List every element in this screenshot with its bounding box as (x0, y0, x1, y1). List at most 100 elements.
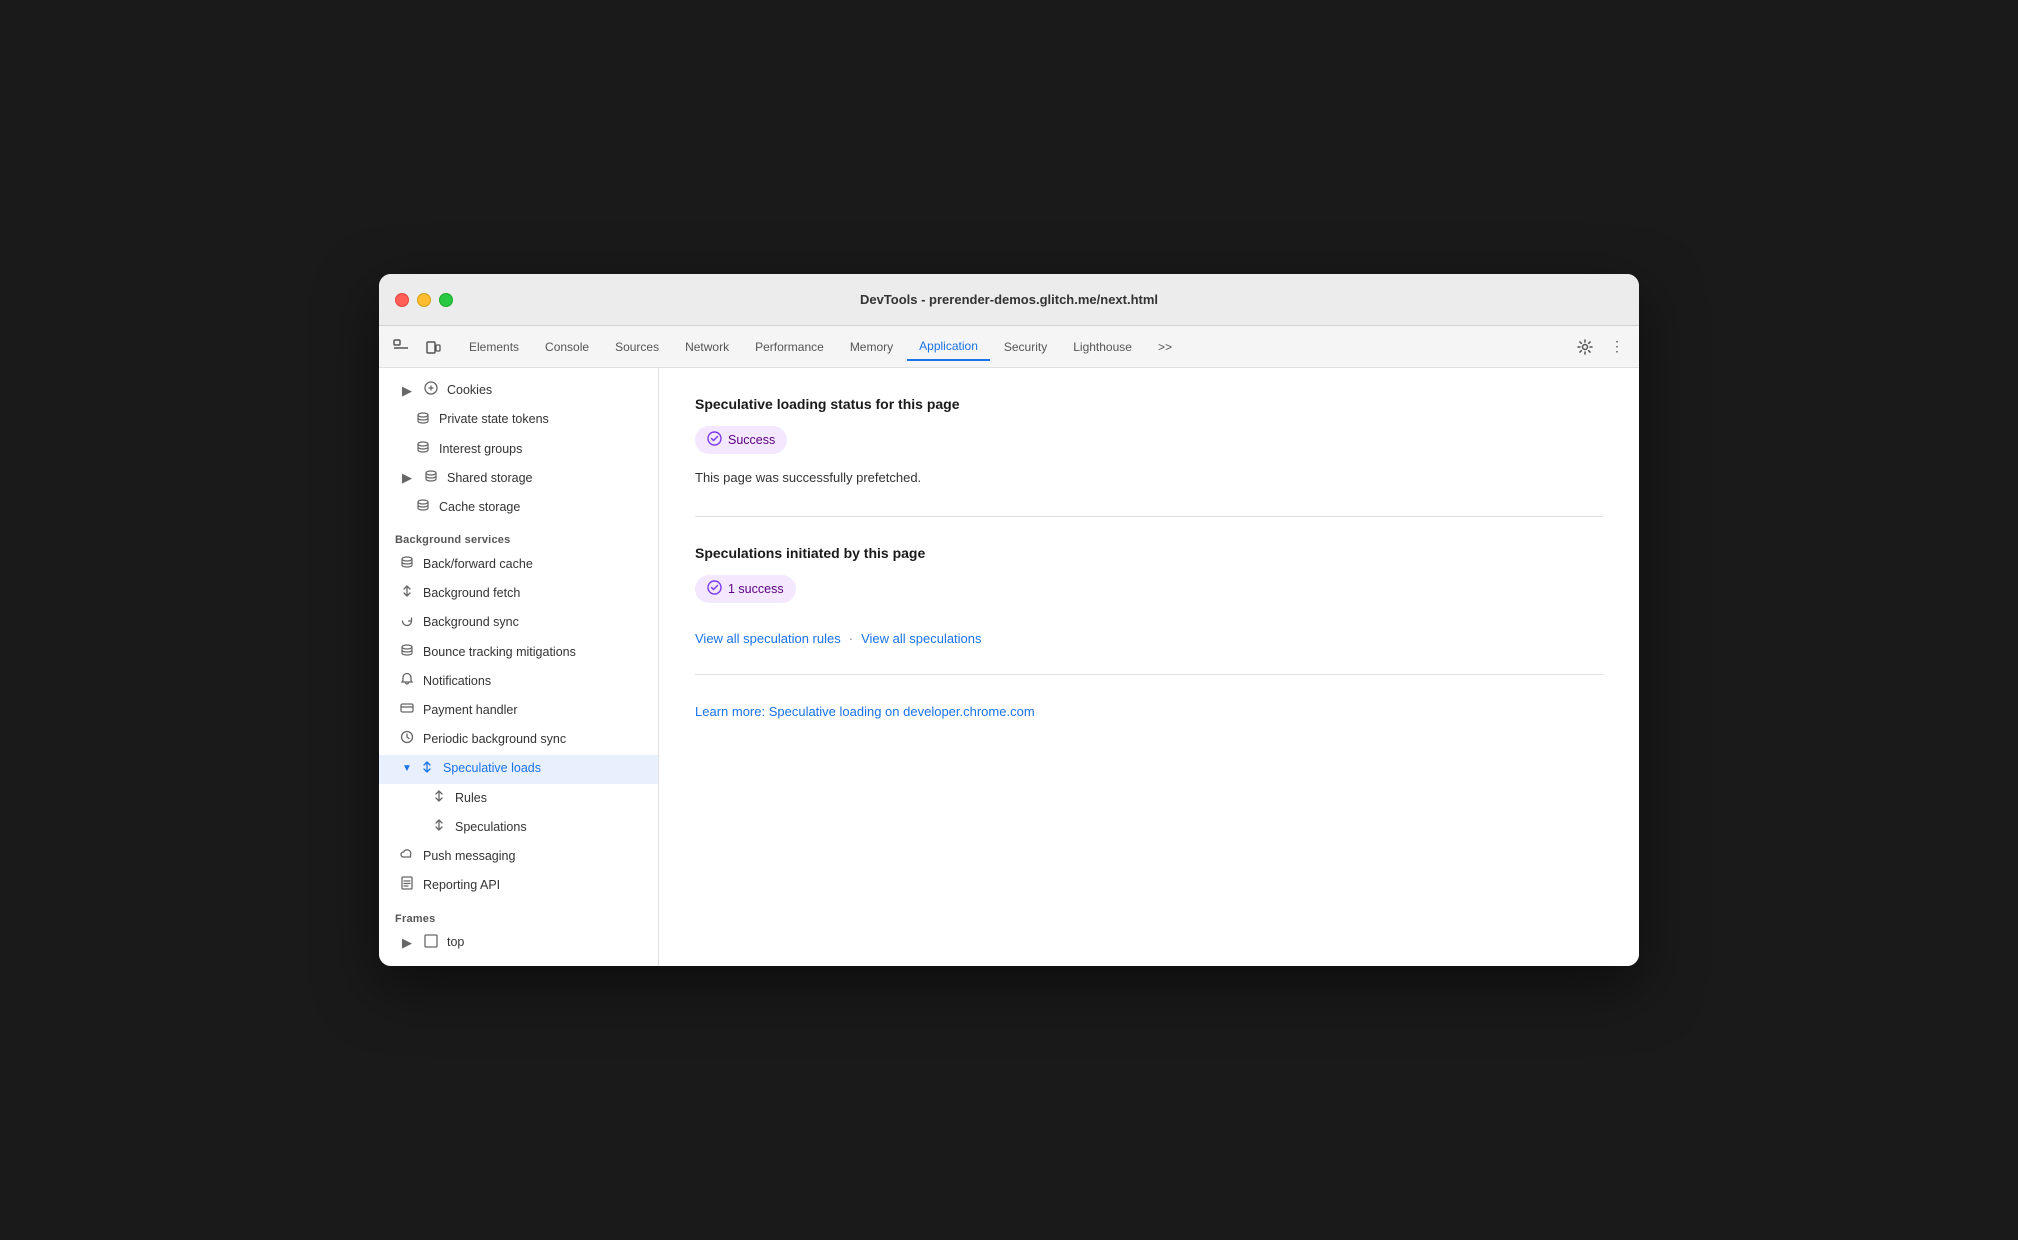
db-icon-ss (423, 469, 439, 488)
card-icon (399, 701, 415, 720)
tab-more[interactable]: >> (1146, 334, 1184, 360)
main-content: ▶ Cookies Private state tokens Interest … (379, 368, 1639, 965)
sidebar-label-shared-storage: Shared storage (447, 470, 532, 488)
tab-performance[interactable]: Performance (743, 334, 836, 360)
tab-security[interactable]: Security (992, 334, 1059, 360)
sidebar-item-notifications[interactable]: Notifications (379, 667, 658, 696)
sidebar-label-notifications: Notifications (423, 673, 491, 691)
close-button[interactable] (395, 293, 409, 307)
success-badge: Success (695, 426, 787, 454)
tab-lighthouse[interactable]: Lighthouse (1061, 334, 1144, 360)
minimize-button[interactable] (417, 293, 431, 307)
sidebar-item-interest-groups[interactable]: Interest groups (379, 435, 658, 464)
clock-icon (399, 730, 415, 749)
sidebar: ▶ Cookies Private state tokens Interest … (379, 368, 659, 965)
sidebar-item-periodic-bg-sync[interactable]: Periodic background sync (379, 725, 658, 754)
titlebar: DevTools - prerender-demos.glitch.me/nex… (379, 274, 1639, 326)
sidebar-label-top-frame: top (447, 934, 464, 952)
sidebar-label-cookies: Cookies (447, 382, 492, 400)
content-panel: Speculative loading status for this page… (659, 368, 1639, 965)
one-success-badge-label: 1 success (728, 582, 784, 596)
toolbar: Elements Console Sources Network Perform… (379, 326, 1639, 368)
sync-icon (399, 614, 415, 633)
sidebar-item-bg-sync[interactable]: Background sync (379, 609, 658, 638)
sidebar-item-bfcache[interactable]: Back/forward cache (379, 550, 658, 579)
chevron-down-icon-sl: ▼ (399, 762, 415, 776)
sidebar-label-rules: Rules (455, 790, 487, 808)
status-description: This page was successfully prefetched. (695, 468, 1603, 488)
chevron-right-icon-ss: ▶ (399, 469, 415, 487)
db-icon-pst (415, 411, 431, 430)
status-section-title: Speculative loading status for this page (695, 396, 1603, 412)
sidebar-label-bfcache: Back/forward cache (423, 556, 533, 574)
bell-icon (399, 672, 415, 691)
doc-icon (399, 876, 415, 895)
db-icon-ig (415, 440, 431, 459)
sidebar-item-bg-fetch[interactable]: Background fetch (379, 579, 658, 608)
frames-header: Frames (379, 901, 658, 929)
view-all-speculation-rules-link[interactable]: View all speculation rules (695, 631, 841, 646)
sidebar-label-bounce-tracking: Bounce tracking mitigations (423, 644, 576, 662)
window-title: DevTools - prerender-demos.glitch.me/nex… (860, 292, 1158, 307)
devtools-window: DevTools - prerender-demos.glitch.me/nex… (379, 274, 1639, 965)
settings-icon[interactable] (1571, 333, 1599, 361)
sidebar-item-reporting-api[interactable]: Reporting API (379, 871, 658, 900)
sidebar-label-interest-groups: Interest groups (439, 441, 522, 459)
sidebar-label-speculations: Speculations (455, 819, 527, 837)
db-icon-bfc (399, 555, 415, 574)
arrow-updown-icon-rules (431, 789, 447, 808)
sidebar-item-bounce-tracking[interactable]: Bounce tracking mitigations (379, 638, 658, 667)
frame-icon (423, 934, 439, 953)
link-separator: · (849, 631, 853, 646)
sidebar-label-bg-sync: Background sync (423, 614, 519, 632)
sidebar-item-speculations[interactable]: Speculations (379, 813, 658, 842)
tab-sources[interactable]: Sources (603, 334, 671, 360)
sidebar-item-cache-storage[interactable]: Cache storage (379, 493, 658, 522)
speculations-section-title: Speculations initiated by this page (695, 545, 1603, 561)
sidebar-item-push-messaging[interactable]: Push messaging (379, 842, 658, 871)
cookies-icon (423, 381, 439, 400)
sidebar-label-periodic-bg-sync: Periodic background sync (423, 731, 566, 749)
more-options-icon[interactable]: ⋮ (1603, 333, 1631, 361)
arrow-updown-icon-specs (431, 818, 447, 837)
view-all-speculations-link[interactable]: View all speculations (861, 631, 981, 646)
sidebar-label-bg-fetch: Background fetch (423, 585, 520, 603)
sidebar-label-reporting-api: Reporting API (423, 877, 500, 895)
db-icon-cs (415, 498, 431, 517)
maximize-button[interactable] (439, 293, 453, 307)
sidebar-item-payment-handler[interactable]: Payment handler (379, 696, 658, 725)
chevron-right-icon-top: ▶ (399, 934, 415, 952)
toolbar-right: ⋮ (1571, 333, 1631, 361)
sidebar-item-cookies[interactable]: ▶ Cookies (379, 376, 658, 405)
learn-more-link[interactable]: Learn more: Speculative loading on devel… (695, 704, 1035, 719)
inspect-icon[interactable] (387, 333, 415, 361)
traffic-lights (395, 293, 453, 307)
chevron-right-icon: ▶ (399, 382, 415, 400)
one-success-badge: 1 success (695, 575, 796, 603)
device-icon[interactable] (419, 333, 447, 361)
sidebar-item-shared-storage[interactable]: ▶ Shared storage (379, 464, 658, 493)
sidebar-label-push-messaging: Push messaging (423, 848, 515, 866)
status-section: Speculative loading status for this page… (695, 396, 1603, 517)
sidebar-item-top-frame[interactable]: ▶ top (379, 929, 658, 958)
cloud-icon (399, 847, 415, 866)
sidebar-label-cache-storage: Cache storage (439, 499, 520, 517)
sidebar-item-private-state-tokens[interactable]: Private state tokens (379, 406, 658, 435)
speculation-links: View all speculation rules · View all sp… (695, 631, 1603, 646)
sidebar-item-speculative-loads[interactable]: ▼ Speculative loads (379, 755, 658, 784)
arrow-updown-icon-bf (399, 584, 415, 603)
tab-console[interactable]: Console (533, 334, 601, 360)
tab-network[interactable]: Network (673, 334, 741, 360)
tab-application[interactable]: Application (907, 333, 990, 361)
tab-elements[interactable]: Elements (457, 334, 531, 360)
tab-memory[interactable]: Memory (838, 334, 905, 360)
success-badge-label: Success (728, 433, 775, 447)
background-services-header: Background services (379, 522, 658, 550)
db-icon-bt (399, 643, 415, 662)
speculative-loads-icon (419, 760, 435, 779)
sidebar-label-payment-handler: Payment handler (423, 702, 518, 720)
sidebar-item-rules[interactable]: Rules (379, 784, 658, 813)
speculations-section: Speculations initiated by this page 1 su… (695, 545, 1603, 675)
check-circle-icon-2 (707, 580, 722, 598)
check-circle-icon (707, 431, 722, 449)
